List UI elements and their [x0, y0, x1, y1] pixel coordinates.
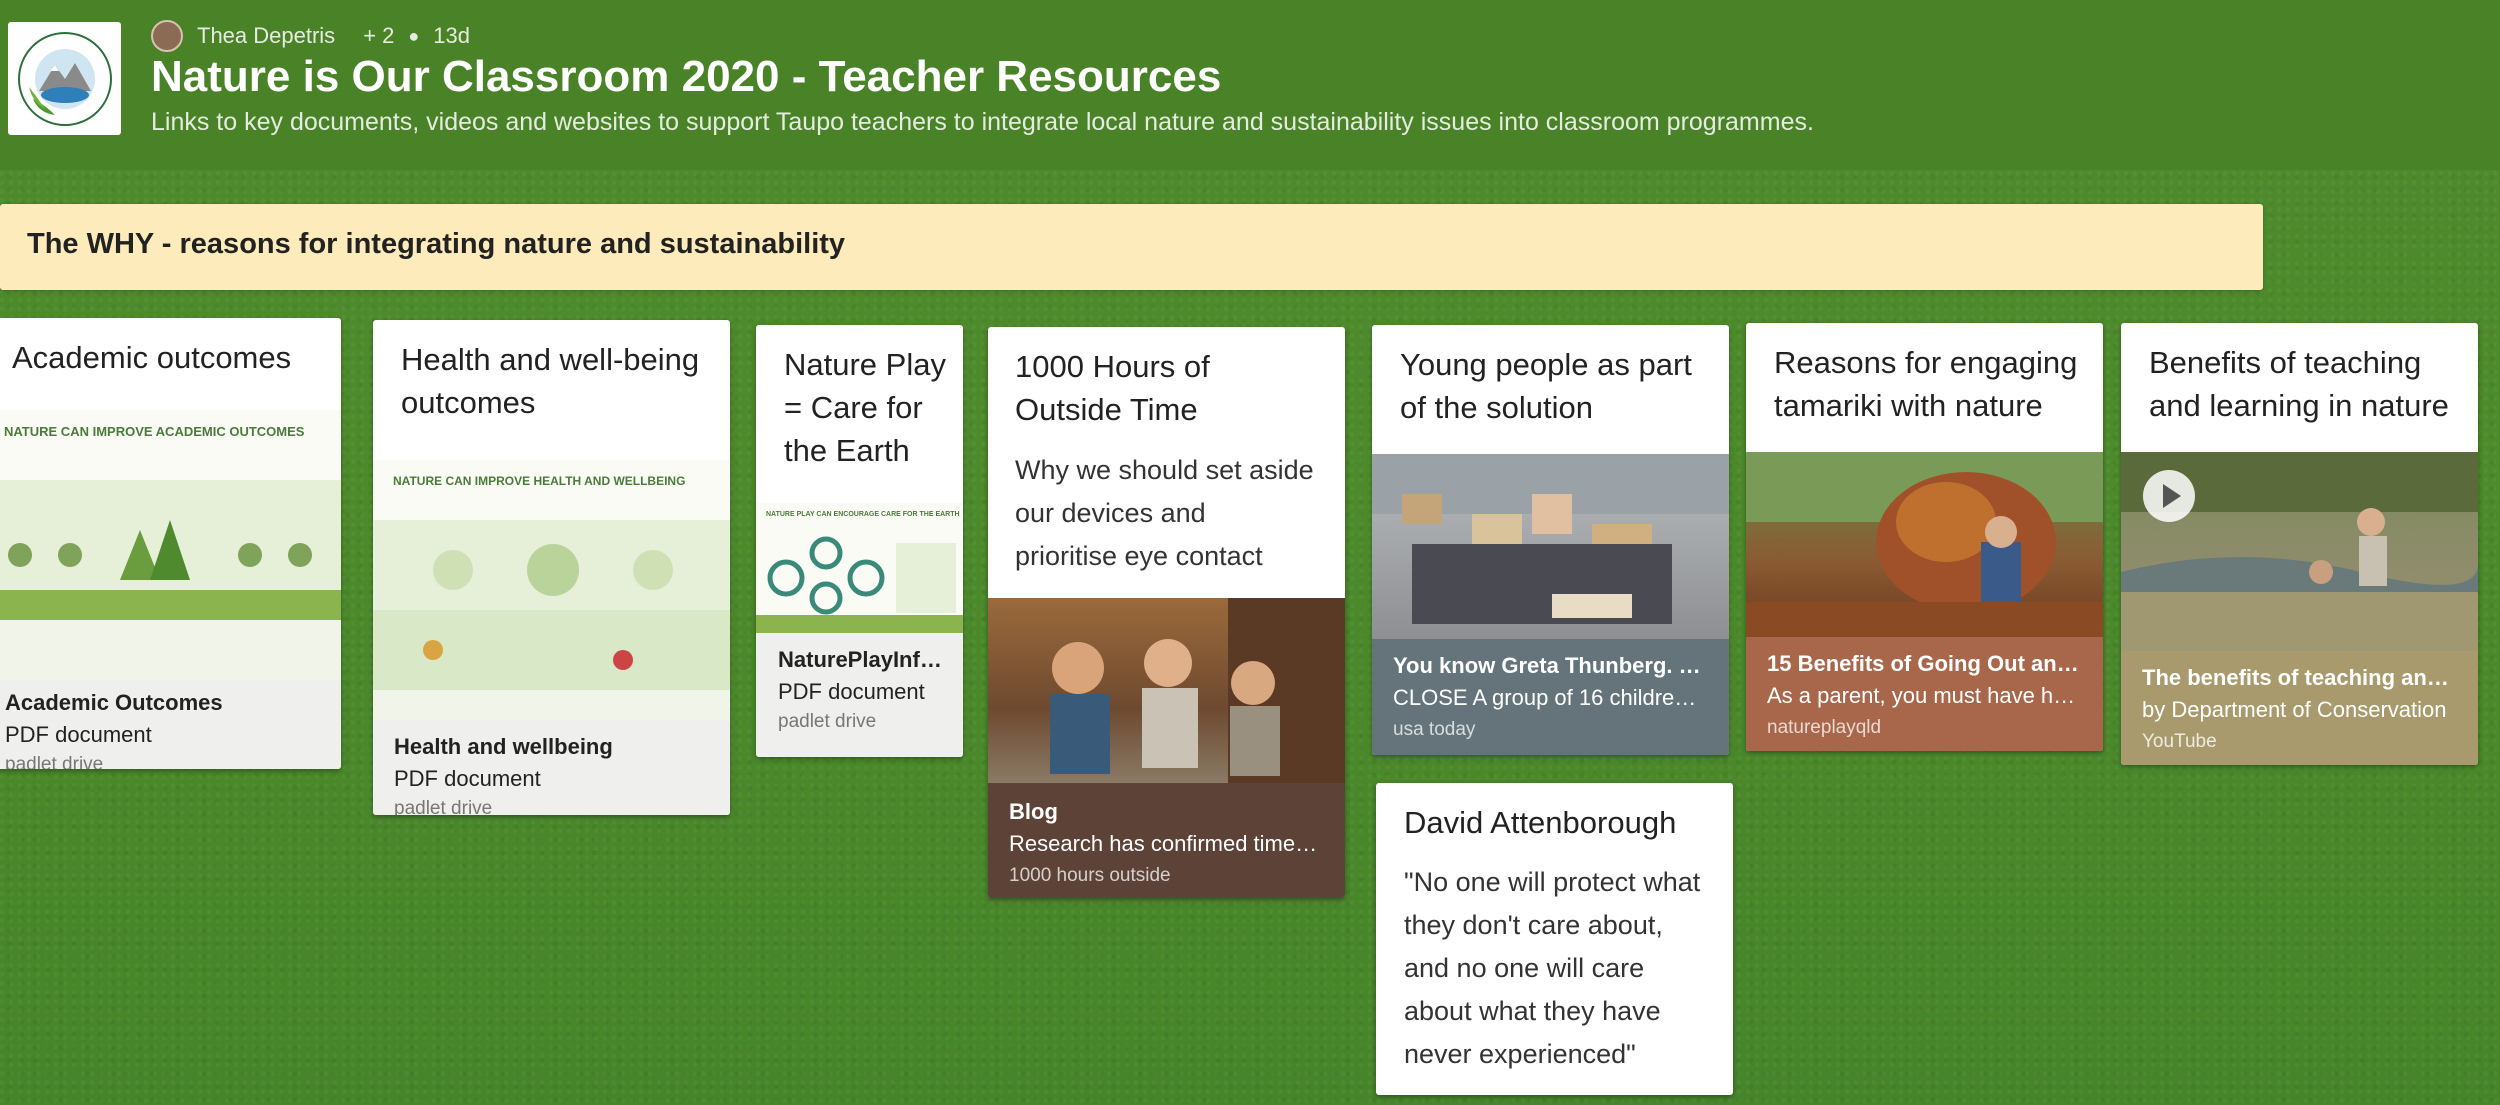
- link-title: The benefits of teaching and l...: [2142, 665, 2457, 690]
- attachment-title: Health and wellbeing: [394, 734, 613, 759]
- board-logo[interactable]: [8, 22, 121, 135]
- post-title: Health and well-being outcomes: [401, 342, 700, 420]
- author-name[interactable]: Thea Depetris: [197, 23, 335, 49]
- board-title: Nature is Our Classroom 2020 - Teacher R…: [151, 52, 1222, 101]
- board-description: Links to key documents, videos and websi…: [151, 108, 1814, 136]
- pdf-thumbnail[interactable]: NATURE CAN IMPROVE ACADEMIC OUTCOMES: [0, 410, 341, 680]
- attachment-title: NaturePlayInfo...: [778, 647, 943, 672]
- post-card-health-wellbeing[interactable]: Health and well-being outcomes NATURE CA…: [373, 320, 730, 815]
- link-description: As a parent, you must have he...: [1767, 683, 2082, 708]
- post-card-david-attenborough[interactable]: David Attenborough "No one will protect …: [1376, 783, 1733, 1095]
- link-title: You know Greta Thunberg. Me...: [1393, 653, 1708, 678]
- link-preview-image[interactable]: [1746, 452, 2103, 637]
- contributors-count[interactable]: + 2: [363, 23, 394, 49]
- board-header: Thea Depetris + 2 ● 13d Nature is Our Cl…: [0, 0, 2500, 170]
- post-card-1000-hours[interactable]: 1000 Hours of Outside Time Why we should…: [988, 327, 1345, 898]
- post-card-benefits-teaching[interactable]: Benefits of teaching and learning in nat…: [2121, 323, 2478, 765]
- post-body: Why we should set aside our devices and …: [1015, 455, 1314, 571]
- post-card-reasons-tamariki[interactable]: Reasons for engaging tamariki with natur…: [1746, 323, 2103, 751]
- link-preview-footer[interactable]: 15 Benefits of Going Out and E... As a p…: [1746, 637, 2103, 751]
- leaves-photo: [1746, 452, 2103, 637]
- post-title: Reasons for engaging tamariki with natur…: [1774, 345, 2078, 423]
- video-thumbnail[interactable]: [2121, 452, 2478, 651]
- board-age: 13d: [433, 23, 470, 48]
- pdf-thumbnail[interactable]: NATURE PLAY CAN ENCOURAGE CARE FOR THE E…: [756, 503, 963, 633]
- attachment-footer[interactable]: NaturePlayInfo... PDF document padlet dr…: [756, 633, 963, 757]
- link-description: Research has confirmed time ...: [1009, 831, 1319, 856]
- post-title: Academic outcomes: [12, 340, 292, 375]
- attachment-type: PDF document: [394, 766, 541, 791]
- logo-emblem-icon: [17, 31, 112, 126]
- attachment-type: PDF document: [778, 679, 925, 704]
- attachment-footer[interactable]: Health and wellbeing PDF document padlet…: [373, 720, 730, 815]
- board-meta: Thea Depetris + 2 ● 13d: [151, 20, 470, 52]
- play-icon[interactable]: [2143, 470, 2195, 522]
- post-card-nature-play[interactable]: Nature Play = Care for the Earth NATURE …: [756, 325, 963, 757]
- infographic-graphic: [756, 536, 963, 633]
- section-title: The WHY - reasons for integrating nature…: [27, 228, 846, 260]
- link-preview-footer[interactable]: The benefits of teaching and l... by Dep…: [2121, 651, 2478, 765]
- link-title: Blog: [1009, 799, 1058, 824]
- section-header[interactable]: The WHY - reasons for integrating nature…: [0, 204, 2263, 290]
- link-source: 1000 hours outside: [1009, 865, 1171, 886]
- attachment-source: padlet drive: [394, 798, 493, 815]
- attachment-type: PDF document: [5, 722, 152, 747]
- link-description: by Department of Conservation: [2142, 697, 2447, 722]
- attachment-source: padlet drive: [5, 754, 104, 769]
- link-title: 15 Benefits of Going Out and E...: [1767, 651, 2082, 676]
- post-title: Nature Play = Care for the Earth: [784, 347, 946, 468]
- post-card-young-people[interactable]: Young people as part of the solution You…: [1372, 325, 1729, 755]
- pdf-thumbnail[interactable]: NATURE CAN IMPROVE HEALTH AND WELLBEING: [373, 460, 730, 720]
- post-card-academic-outcomes[interactable]: Academic outcomes NATURE CAN IMPROVE ACA…: [0, 318, 341, 769]
- attachment-title: Academic Outcomes: [5, 690, 223, 715]
- link-source: usa today: [1393, 719, 1476, 740]
- infographic-graphic: [373, 520, 730, 720]
- link-preview-footer[interactable]: Blog Research has confirmed time ... 100…: [988, 783, 1345, 898]
- post-body: "No one will protect what they don't car…: [1404, 867, 1701, 1069]
- link-preview-image[interactable]: [988, 598, 1345, 783]
- protest-photo: [1372, 454, 1729, 624]
- attachment-source: padlet drive: [778, 711, 877, 732]
- link-description: CLOSE A group of 16 children f...: [1393, 685, 1708, 710]
- dot-separator-icon: ●: [408, 25, 420, 46]
- post-title: Young people as part of the solution: [1400, 347, 1692, 425]
- post-title: David Attenborough: [1404, 805, 1677, 840]
- link-preview-footer[interactable]: You know Greta Thunberg. Me... CLOSE A g…: [1372, 639, 1729, 755]
- post-title: 1000 Hours of Outside Time: [1015, 349, 1210, 427]
- link-preview-image[interactable]: [1372, 454, 1729, 639]
- link-source: natureplayqld: [1767, 717, 1882, 738]
- attachment-footer[interactable]: Academic Outcomes PDF document padlet dr…: [0, 680, 341, 769]
- post-title: Benefits of teaching and learning in nat…: [2149, 345, 2449, 423]
- author-avatar[interactable]: [151, 20, 183, 52]
- infographic-graphic: [0, 480, 341, 680]
- children-photo: [1050, 598, 1345, 783]
- link-source: YouTube: [2142, 731, 2217, 752]
